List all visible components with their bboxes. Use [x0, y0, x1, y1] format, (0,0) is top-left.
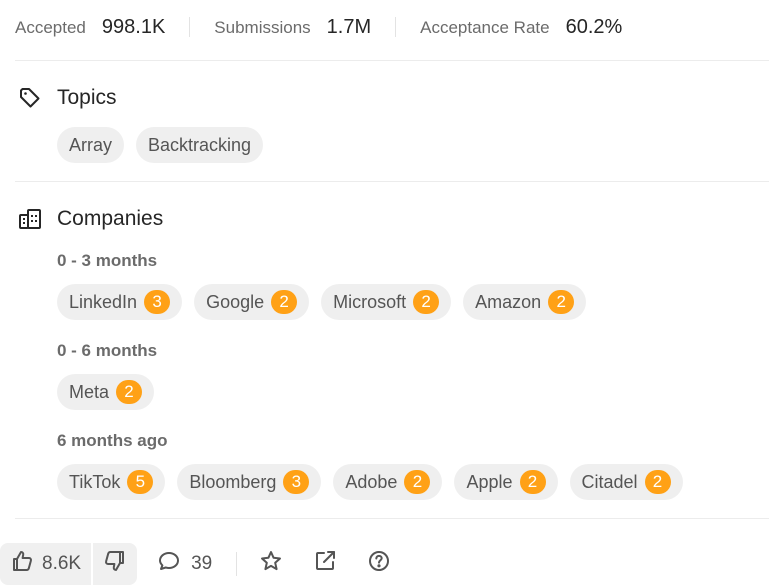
divider: [236, 552, 238, 576]
company-name: Bloomberg: [189, 471, 277, 492]
company-name: Citadel: [581, 471, 638, 492]
help-icon: [367, 549, 391, 579]
accepted-stat: Accepted 998.1K: [15, 16, 165, 39]
company-tag-citadel[interactable]: Citadel 2: [569, 464, 683, 500]
company-name: Microsoft: [333, 291, 407, 312]
company-count-badge: 2: [271, 290, 298, 314]
divider: [189, 17, 191, 37]
company-row: LinkedIn 3 Google 2 Microsoft 2 Amazon 2: [57, 284, 587, 320]
share-icon: [313, 549, 337, 579]
company-name: Apple: [466, 471, 513, 492]
section-divider: [15, 518, 769, 519]
topic-tag-array[interactable]: Array: [57, 127, 125, 163]
company-tag-apple[interactable]: Apple 2: [454, 464, 558, 500]
submissions-stat: Submissions 1.7M: [214, 16, 371, 39]
like-button[interactable]: 8.6K: [0, 543, 91, 585]
accepted-label: Accepted: [15, 17, 86, 37]
like-count: 8.6K: [42, 553, 82, 574]
section-divider: [15, 181, 769, 182]
acceptance-rate-stat: Acceptance Rate 60.2%: [420, 16, 622, 39]
company-count-badge: 3: [144, 290, 171, 314]
thumbs-up-icon: [10, 549, 34, 579]
company-name: Amazon: [475, 291, 542, 312]
stats-bar: Accepted 998.1K Submissions 1.7M Accepta…: [15, 14, 622, 40]
company-name: LinkedIn: [69, 291, 138, 312]
company-tag-microsoft[interactable]: Microsoft 2: [321, 284, 452, 320]
tag-icon: [17, 85, 42, 110]
company-name: Google: [206, 291, 265, 312]
topics-header[interactable]: Topics: [17, 85, 117, 110]
company-tag-amazon[interactable]: Amazon 2: [463, 284, 587, 320]
company-tag-tiktok[interactable]: TikTok 5: [57, 464, 166, 500]
accepted-value: 998.1K: [101, 15, 166, 38]
help-button[interactable]: [367, 549, 391, 579]
topics-title: Topics: [57, 85, 117, 109]
star-icon: [259, 549, 283, 579]
companies-header[interactable]: Companies: [17, 206, 163, 231]
submissions-value: 1.7M: [326, 15, 372, 38]
comments-button[interactable]: 39: [157, 549, 212, 579]
company-tag-meta[interactable]: Meta 2: [57, 374, 155, 410]
company-count-badge: 2: [519, 470, 546, 494]
company-count-badge: 2: [548, 290, 575, 314]
acceptance-rate-value: 60.2%: [565, 15, 623, 38]
comment-icon: [157, 549, 181, 579]
company-row: Meta 2: [57, 374, 155, 410]
company-count-badge: 2: [116, 380, 143, 404]
period-label: 0 - 3 months: [57, 251, 158, 270]
footer-toolbar: 8.6K 39: [0, 543, 391, 585]
topic-tag-backtracking[interactable]: Backtracking: [136, 127, 264, 163]
acceptance-rate-label: Acceptance Rate: [420, 17, 550, 37]
building-icon: [17, 206, 42, 231]
company-tag-adobe[interactable]: Adobe 2: [333, 464, 443, 500]
company-count-badge: 2: [644, 470, 671, 494]
company-name: Adobe: [345, 471, 398, 492]
dislike-button[interactable]: [93, 543, 137, 585]
share-button[interactable]: [313, 549, 337, 579]
company-row: TikTok 5 Bloomberg 3 Adobe 2 Apple 2 Cit…: [57, 464, 683, 500]
thumbs-down-icon: [103, 549, 127, 579]
divider: [395, 17, 397, 37]
company-tag-linkedin[interactable]: LinkedIn 3: [57, 284, 183, 320]
period-label: 6 months ago: [57, 431, 168, 450]
period-label: 0 - 6 months: [57, 341, 158, 360]
section-divider: [15, 60, 769, 61]
company-count-badge: 2: [413, 290, 440, 314]
company-tag-google[interactable]: Google 2: [194, 284, 310, 320]
company-count-badge: 3: [283, 470, 310, 494]
favorite-button[interactable]: [259, 549, 283, 579]
company-name: Meta: [69, 381, 110, 402]
company-name: TikTok: [69, 471, 121, 492]
company-count-badge: 2: [404, 470, 431, 494]
submissions-label: Submissions: [214, 17, 311, 37]
comment-count: 39: [191, 553, 213, 574]
company-count-badge: 5: [127, 470, 154, 494]
topic-tags: Array Backtracking: [57, 127, 264, 163]
company-tag-bloomberg[interactable]: Bloomberg 3: [177, 464, 322, 500]
companies-title: Companies: [57, 206, 164, 230]
vote-group: 8.6K: [0, 543, 138, 585]
